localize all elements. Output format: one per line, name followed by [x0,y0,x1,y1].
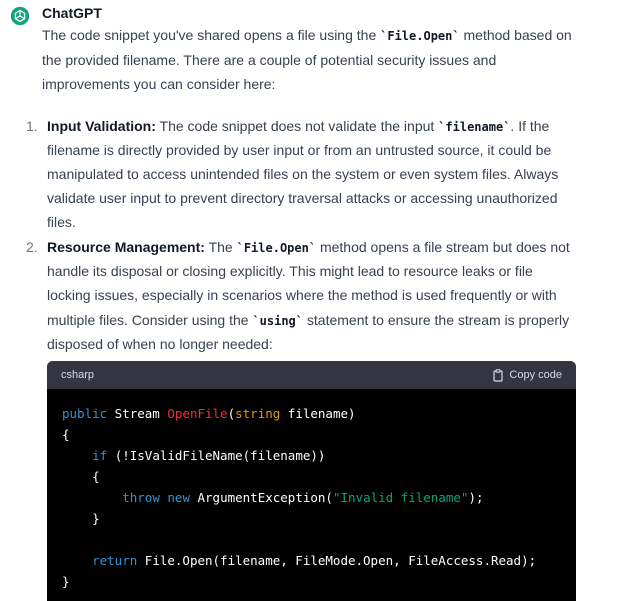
code-body: public Stream OpenFile(string filename) {… [47,389,576,601]
list-number: 2. [26,239,38,255]
inline-code: `File.Open` [236,241,317,255]
inline-code: `File.Open` [380,29,460,43]
list-line: files. [47,214,76,230]
inline-code: `using` [252,314,304,328]
code-token: ( [227,406,236,421]
inline-code: `filename` [438,120,511,134]
list-line: disposed of when no longer needed: [47,336,273,352]
list-line: multiple files. Consider using the `usin… [47,312,570,328]
code-token: filename) [280,406,356,421]
code-line: } [62,508,561,529]
code-line: } [62,571,561,592]
code-language-label: csharp [61,369,95,381]
code-line: if (!IsValidFileName(filename)) [62,445,561,466]
code-line: public Stream OpenFile(string filename) [62,403,561,424]
code-token: OpenFile [167,406,228,421]
code-token: File.Open(filename, FileMode.Open, FileA… [137,553,537,568]
openai-logo-icon [10,6,30,26]
code-token: "Invalid filename" [332,490,469,505]
list-line: filename is directly provided by user in… [47,142,552,158]
code-token: throw [122,490,160,505]
intro-line-2: the provided filename. There are a coupl… [42,52,497,68]
code-token: new [167,490,190,505]
code-token: ArgumentException( [189,490,333,505]
message-author: ChatGPT [42,5,102,21]
code-header: csharp Copy code [47,361,576,389]
list-number: 1. [26,118,38,134]
code-token: string [235,406,281,421]
code-token: if [92,448,108,463]
copy-code-label: Copy code [509,369,562,381]
code-block: csharp Copy code public Stream OpenFile(… [47,361,576,601]
code-token: Stream [107,406,168,421]
code-token: { [62,469,100,484]
list-line: locking issues, especially in scenarios … [47,287,557,303]
list-line: manipulated to access unintended files o… [47,166,559,182]
list-line: Input Validation: The code snippet does … [47,118,550,134]
code-line: return File.Open(filename, FileMode.Open… [62,550,561,571]
code-line: { [62,424,561,445]
code-line: throw new ArgumentException("Invalid fil… [62,487,561,508]
intro-line-3: improvements you can consider here: [42,76,276,92]
list-line: Resource Management: The `File.Open` met… [47,239,570,255]
code-line: { [62,466,561,487]
code-token: ); [468,490,484,505]
chatgpt-avatar [9,5,31,27]
intro-paragraph: The code snippet you've shared opens a f… [42,23,602,96]
code-token: } [62,511,100,526]
code-token: } [62,574,70,589]
code-token: public [62,406,108,421]
list-line: validate user input to prevent directory… [47,190,558,206]
clipboard-icon [493,368,504,382]
list-line: handle its disposal or closing explicitl… [47,263,533,279]
intro-line-1: The code snippet you've shared opens a f… [42,27,572,43]
copy-code-button[interactable]: Copy code [492,368,562,382]
code-token: { [62,427,70,442]
code-token: (!IsValidFileName(filename)) [107,448,326,463]
code-token: return [92,553,138,568]
